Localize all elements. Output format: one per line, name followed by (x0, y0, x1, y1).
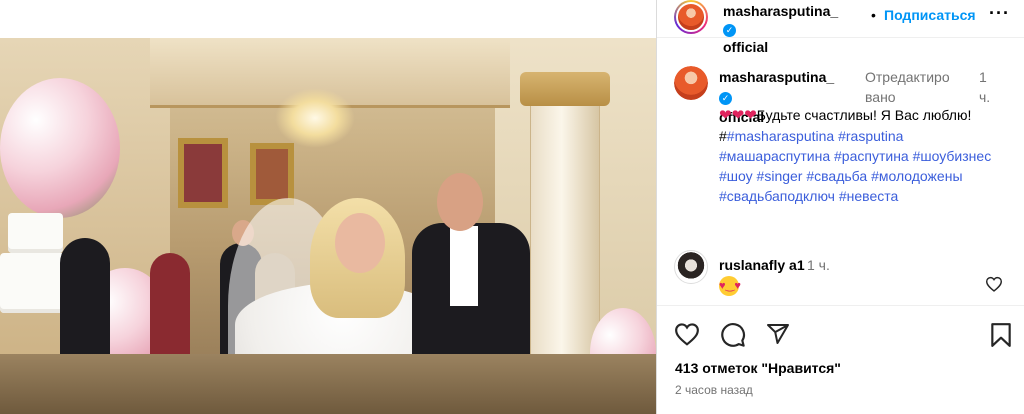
hashtag-link[interactable]: #rasputina (838, 128, 903, 144)
hashtag-link[interactable]: #свадьбаподключ (719, 188, 835, 204)
avatar-image (676, 2, 706, 32)
caption-time-line2: ч. (979, 89, 991, 105)
separator-dot: • (871, 7, 876, 23)
hashtag-link[interactable]: #невеста (839, 188, 898, 204)
verified-badge-icon: ✓ (719, 91, 732, 105)
caption-time[interactable]: 1 ч. (979, 67, 999, 107)
verified-badge-icon: ✓ (723, 23, 736, 37)
caption-text: ❤❤❤Будьте счастливы! Я Вас люблю! ##mash… (719, 105, 999, 206)
edited-label-line1: Отредактиро (865, 69, 950, 85)
heart-icon[interactable] (674, 322, 700, 346)
actions-divider (657, 305, 1024, 306)
heart-eyes-emoji-icon: ♥‿♥ (719, 276, 741, 296)
more-options-button[interactable]: ··· (989, 3, 1010, 24)
header-username-line1: masharasputina_ (723, 3, 839, 19)
post-side-panel: masharasputina_ ✓ official • Подписаться… (656, 0, 1024, 414)
comment-icon[interactable] (720, 322, 746, 348)
caption-username-line1: masharasputina_ (719, 69, 835, 85)
photo-groom-shirt (450, 226, 478, 306)
red-heart-emoji-icon: ❤❤❤ (719, 107, 757, 124)
photo-cake (8, 213, 63, 253)
header-username-line2: official (723, 39, 769, 55)
bookmark-icon[interactable] (990, 322, 1012, 348)
likes-count[interactable]: 413 отметок "Нравится" (675, 360, 841, 376)
edited-label-line2: вано (865, 89, 896, 105)
photo-column-capital (520, 72, 610, 106)
follow-button[interactable]: Подписаться (884, 7, 976, 23)
header-avatar[interactable] (674, 0, 708, 34)
hashtag-link[interactable]: #молодожены (871, 168, 962, 184)
hashtag-link[interactable]: #распутина (834, 148, 909, 164)
hashtag-link[interactable]: #свадьба (806, 168, 867, 184)
post-timestamp[interactable]: 2 часов назад (675, 383, 753, 397)
hashtag-link[interactable]: #шоу (719, 168, 753, 184)
photo-chandelier (275, 88, 355, 148)
hashtag-link[interactable]: #шоубизнес (913, 148, 992, 164)
post-header: masharasputina_ ✓ official • Подписаться… (657, 0, 1024, 55)
caption-time-line1: 1 (979, 69, 987, 85)
photo-painting (250, 143, 294, 205)
header-username[interactable]: masharasputina_ ✓ official (723, 2, 838, 56)
hashtag-link[interactable]: #машараспутина (719, 148, 830, 164)
photo-groom-head (437, 173, 483, 231)
hashtag-link[interactable]: #masharasputina (727, 128, 834, 144)
photo-floor (0, 354, 656, 414)
hashtag-link[interactable]: #singer (757, 168, 803, 184)
heart-icon[interactable] (985, 276, 1003, 292)
comment-avatar[interactable] (674, 250, 708, 284)
photo-area (0, 0, 656, 414)
photo-flowers (0, 78, 120, 218)
caption-avatar[interactable] (674, 66, 708, 100)
photo-bride-face (335, 213, 385, 273)
share-icon[interactable] (765, 322, 791, 346)
post-photo[interactable] (0, 38, 656, 414)
avatar-image (674, 66, 708, 100)
comment-time: 1 ч. (807, 257, 830, 273)
photo-painting (178, 138, 228, 208)
edited-label: Отредактиро вано (865, 67, 965, 107)
comment-username[interactable]: ruslanafly a1 (719, 257, 805, 273)
